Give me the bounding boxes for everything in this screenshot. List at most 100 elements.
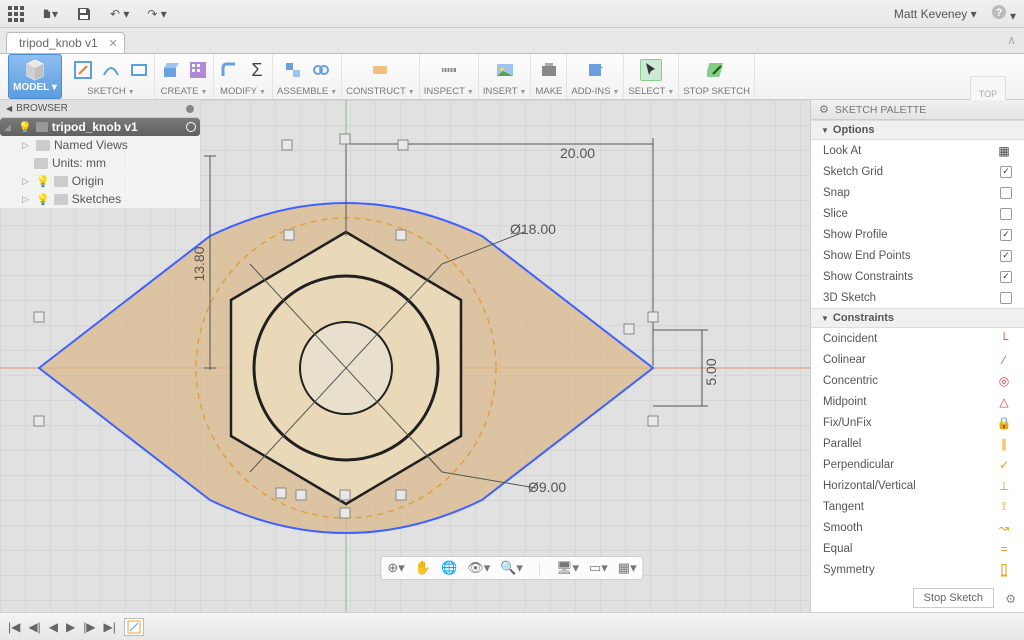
file-tab[interactable]: tripod_knob v1 ✕ <box>6 32 125 53</box>
timeline-start-icon[interactable]: |◀ <box>8 620 20 634</box>
constraint-symmetry[interactable]: Symmetry⦋⦌ <box>811 559 1024 580</box>
constraint-coincident[interactable]: Coincident└ <box>811 328 1024 349</box>
ribbon-group-make[interactable]: MAKE <box>531 54 567 99</box>
extrude-icon[interactable] <box>159 59 181 81</box>
dim-height: 13.80 <box>191 246 207 281</box>
constraint-icon: ✓ <box>996 458 1012 472</box>
timeline-prev-icon[interactable]: ◀| <box>28 620 40 634</box>
checkbox-icon[interactable]: ✓ <box>1000 229 1012 241</box>
ribbon-group-create[interactable]: CREATE▼ <box>155 54 214 99</box>
browser-item-views[interactable]: ▷Named Views <box>0 136 200 154</box>
constraint-parallel[interactable]: Parallel∥ <box>811 433 1024 454</box>
timeline-end-icon[interactable]: ▶| <box>104 620 116 634</box>
palette-header[interactable]: ⚙ SKETCH PALETTE <box>811 100 1024 120</box>
constraint-concentric[interactable]: Concentric◎ <box>811 370 1024 391</box>
select-icon[interactable] <box>640 59 662 81</box>
display-icon[interactable]: 🖥▾ <box>556 560 579 576</box>
constraint-perpendicular[interactable]: Perpendicular✓ <box>811 454 1024 475</box>
settings-gear-icon[interactable]: ⚙ <box>1005 592 1016 606</box>
ribbon-group-assemble[interactable]: ASSEMBLE▼ <box>273 54 342 99</box>
cube-icon <box>20 59 50 81</box>
browser-item-origin[interactable]: ▷💡Origin <box>0 172 200 190</box>
save-icon[interactable] <box>76 6 92 22</box>
timeline-next-icon[interactable]: |▶ <box>83 620 95 634</box>
option-sketch-grid[interactable]: Sketch Grid✓ <box>811 161 1024 182</box>
sketch-line-icon[interactable] <box>72 59 94 81</box>
redo-icon[interactable]: ↷ ▾ <box>147 7 166 21</box>
palette-section-options[interactable]: ▼Options <box>811 120 1024 140</box>
option-show-profile[interactable]: Show Profile✓ <box>811 224 1024 245</box>
insert-image-icon[interactable] <box>494 59 516 81</box>
constraint-horizontal-vertical[interactable]: Horizontal/Vertical⊥ <box>811 475 1024 496</box>
new-file-icon[interactable]: ▾ <box>42 6 58 22</box>
option-slice[interactable]: Slice <box>811 203 1024 224</box>
joint-icon[interactable] <box>310 59 332 81</box>
workspace-model-button[interactable]: MODEL ▾ <box>8 54 62 99</box>
sketch-rect-icon[interactable] <box>128 59 150 81</box>
lookat-icon[interactable]: 👁▾ <box>467 560 490 576</box>
measure-icon[interactable] <box>438 59 460 81</box>
palette-section-constraints[interactable]: ▼Constraints <box>811 308 1024 328</box>
stop-sketch-icon[interactable] <box>706 59 728 81</box>
ribbon-group-modify[interactable]: Σ MODIFY▼ <box>214 54 273 99</box>
timeline-sketch-node[interactable] <box>124 618 144 636</box>
constraint-icon: ∥ <box>996 437 1012 451</box>
checkbox-icon[interactable]: ✓ <box>1000 250 1012 262</box>
constraint-midpoint[interactable]: Midpoint△ <box>811 391 1024 412</box>
browser-item-units[interactable]: Units: mm <box>0 154 200 172</box>
sketch-spline-icon[interactable] <box>100 59 122 81</box>
rotate-icon[interactable]: 🌐 <box>441 560 457 576</box>
timeline-play-icon[interactable]: ▶ <box>66 620 75 634</box>
help-icon[interactable]: ? ▾ <box>991 4 1016 23</box>
app-grid-icon[interactable] <box>8 6 24 22</box>
ribbon-group-addins[interactable]: ADD-INS▼ <box>567 54 624 99</box>
option-snap[interactable]: Snap <box>811 182 1024 203</box>
constraint-fix-unfix[interactable]: Fix/UnFix🔒 <box>811 412 1024 433</box>
orbit-icon[interactable]: ⊕▾ <box>387 560 404 576</box>
checkbox-icon[interactable] <box>1000 292 1012 304</box>
constraint-tangent[interactable]: Tangent⟟ <box>811 496 1024 517</box>
constraint-smooth[interactable]: Smooth↝ <box>811 517 1024 538</box>
assemble-icon[interactable] <box>282 59 304 81</box>
constraint-icon: └ <box>996 332 1012 346</box>
user-menu[interactable]: Matt Keveney ▾ <box>894 7 977 21</box>
option-show-end-points[interactable]: Show End Points✓ <box>811 245 1024 266</box>
layout2-icon[interactable]: ▦▾ <box>618 560 637 576</box>
browser-header[interactable]: ◀ BROWSER <box>0 100 200 118</box>
view-toolbar[interactable]: ⊕▾ ✋ 🌐 👁▾ 🔍▾ ｜ 🖥▾ ▭▾ ▦▾ <box>380 556 643 580</box>
box-pattern-icon[interactable] <box>187 59 209 81</box>
option--d-sketch[interactable]: 3D Sketch <box>811 287 1024 308</box>
undo-icon[interactable]: ↶ ▾ <box>110 7 129 21</box>
checkbox-icon[interactable] <box>1000 208 1012 220</box>
ribbon-group-stop-sketch[interactable]: STOP SKETCH <box>679 54 755 99</box>
ribbon-group-select[interactable]: SELECT▼ <box>624 54 679 99</box>
layout1-icon[interactable]: ▭▾ <box>589 560 608 576</box>
ribbon-group-sketch[interactable]: SKETCH▼ <box>68 54 155 99</box>
lookat-icon[interactable]: ▦ <box>996 144 1012 158</box>
constraint-icon: ↝ <box>996 521 1012 535</box>
fillet-icon[interactable] <box>218 59 240 81</box>
addins-icon[interactable] <box>584 59 606 81</box>
pan-icon[interactable]: ✋ <box>415 560 431 576</box>
zoom-icon[interactable]: 🔍▾ <box>500 560 523 576</box>
option-look-at[interactable]: Look At▦ <box>811 140 1024 161</box>
make-icon[interactable] <box>538 59 560 81</box>
sigma-icon[interactable]: Σ <box>246 59 268 81</box>
tab-overflow-icon[interactable]: ∧ <box>1007 33 1016 47</box>
close-tab-icon[interactable]: ✕ <box>109 37 118 50</box>
checkbox-icon[interactable] <box>1000 187 1012 199</box>
option-show-constraints[interactable]: Show Constraints✓ <box>811 266 1024 287</box>
ribbon-group-inspect[interactable]: INSPECT▼ <box>420 54 479 99</box>
browser-item-sketches[interactable]: ▷💡Sketches <box>0 190 200 208</box>
ribbon-group-construct[interactable]: CONSTRUCT▼ <box>342 54 420 99</box>
stop-sketch-button[interactable]: Stop Sketch <box>913 588 994 608</box>
browser-root[interactable]: ◢💡 tripod_knob v1 <box>0 118 200 136</box>
checkbox-icon[interactable]: ✓ <box>1000 166 1012 178</box>
checkbox-icon[interactable]: ✓ <box>1000 271 1012 283</box>
timeline-back-icon[interactable]: ◀ <box>49 620 58 634</box>
plane-icon[interactable] <box>369 59 391 81</box>
ribbon-group-insert[interactable]: INSERT▼ <box>479 54 532 99</box>
constraint-colinear[interactable]: Colinear⁄ <box>811 349 1024 370</box>
constraint-equal[interactable]: Equal= <box>811 538 1024 559</box>
sketch-palette: ⚙ SKETCH PALETTE ▼Options Look At▦Sketch… <box>810 100 1024 612</box>
